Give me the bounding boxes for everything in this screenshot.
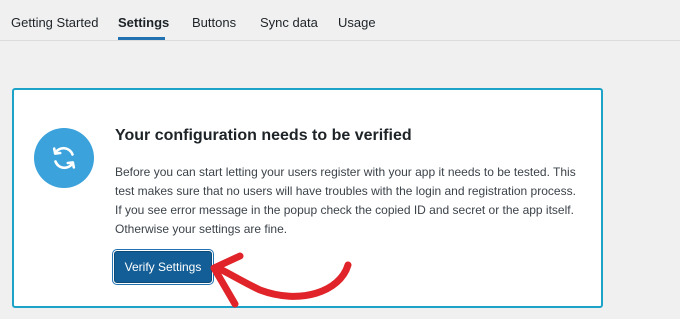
verify-settings-button[interactable]: Verify Settings (114, 251, 212, 283)
active-tab-indicator (118, 37, 165, 40)
tab-getting-started[interactable]: Getting Started (11, 15, 98, 31)
notice-line: Before you can start letting your users … (115, 165, 576, 179)
notice-line: test makes sure that no users will have … (115, 184, 576, 198)
notice-line: If you see error message in the popup ch… (115, 203, 574, 217)
notice-title: Your configuration needs to be verified (115, 127, 412, 144)
tab-settings[interactable]: Settings (118, 15, 169, 31)
verification-notice-card: Your configuration needs to be verified … (12, 88, 603, 308)
settings-tab-bar: Getting Started Settings Buttons Sync da… (0, 0, 680, 41)
notice-line: Otherwise your settings are fine. (115, 222, 288, 236)
tab-buttons[interactable]: Buttons (192, 15, 236, 31)
tab-sync-data[interactable]: Sync data (260, 15, 318, 31)
tab-usage[interactable]: Usage (338, 15, 376, 31)
notice-description: Before you can start letting your users … (115, 163, 595, 239)
sync-icon (34, 128, 94, 188)
